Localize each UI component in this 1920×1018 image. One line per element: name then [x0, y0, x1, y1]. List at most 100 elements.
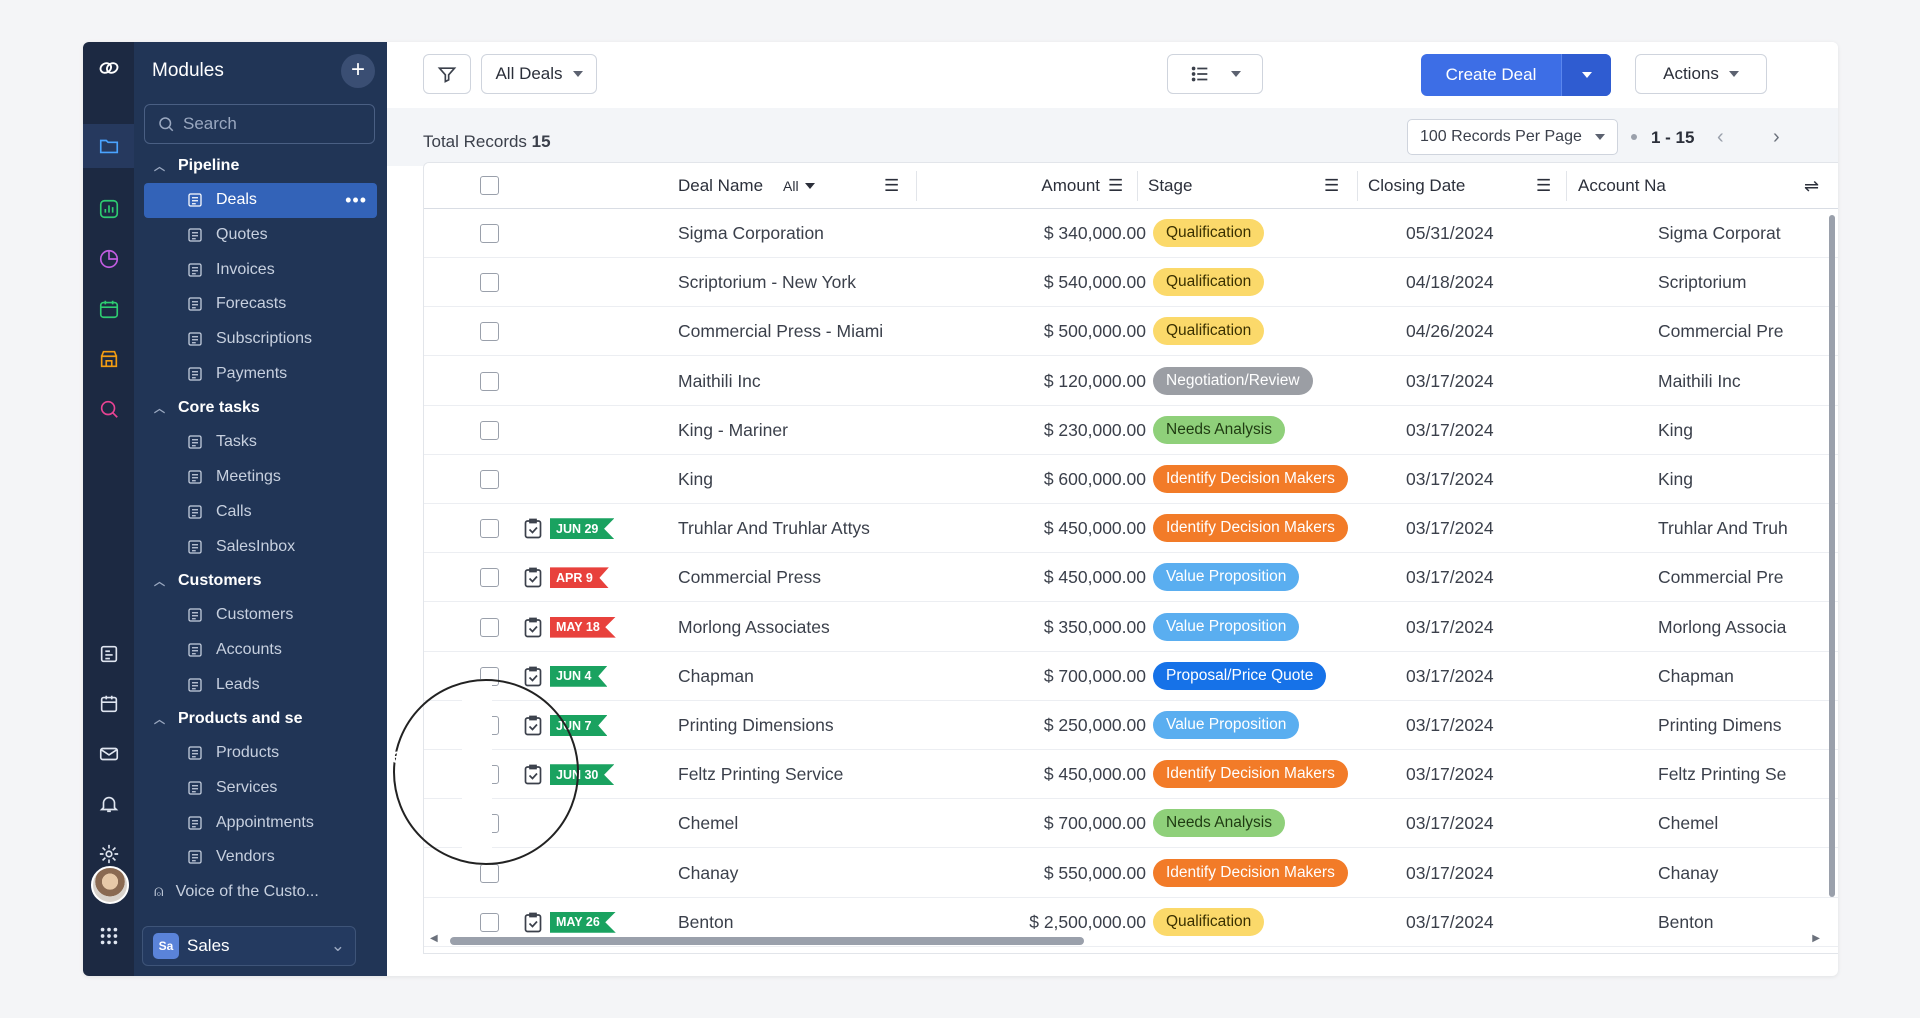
table-row[interactable]: JUN 30 Feltz Printing Service $ 450,000.00… [424, 750, 1838, 800]
table-row[interactable]: Scriptorium - New York $ 540,000.00 Qualif… [424, 258, 1838, 308]
due-date-tag[interactable]: APR 9 [550, 567, 609, 589]
due-date-tag[interactable]: MAY 18 [550, 616, 616, 638]
analytics-icon[interactable] [83, 187, 134, 231]
due-date-tag[interactable]: MAY 26 [550, 911, 616, 933]
row-checkbox[interactable] [480, 371, 499, 391]
column-deal-name[interactable]: Deal Name All [678, 163, 815, 209]
sidebar-item-products[interactable]: Products [134, 736, 387, 771]
deal-name-cell[interactable]: Commercial Press [678, 553, 918, 602]
table-row[interactable]: Chanay $ 550,000.00 Identify Decision Make… [424, 849, 1838, 898]
sidebar-search-input[interactable]: Search [144, 104, 375, 144]
deal-name-cell[interactable]: Sigma Corporation [678, 209, 918, 258]
reports-icon[interactable] [83, 237, 134, 281]
due-date-tag[interactable]: JUN 30 [550, 764, 615, 786]
sidebar-item-forecasts[interactable]: Forecasts [134, 287, 387, 322]
column-menu-icon[interactable]: ☰ [1108, 163, 1123, 209]
column-amount[interactable]: Amount [924, 163, 1100, 209]
sidebar-item-vendors[interactable]: Vendors [134, 840, 387, 875]
account-name-cell[interactable]: Feltz Printing Se [1658, 750, 1828, 799]
task-checklist-icon[interactable] [524, 666, 542, 687]
account-name-cell[interactable]: Commercial Pre [1658, 553, 1828, 602]
select-all-checkbox[interactable] [480, 176, 499, 195]
deal-name-cell[interactable]: Scriptorium - New York [678, 258, 918, 307]
account-name-cell[interactable]: Chemel [1658, 799, 1828, 848]
account-name-cell[interactable]: Printing Dimens [1658, 701, 1828, 750]
account-name-cell[interactable]: King [1658, 406, 1828, 455]
row-checkbox[interactable] [480, 420, 499, 440]
row-checkbox[interactable] [480, 519, 499, 539]
account-name-cell[interactable]: Chapman [1658, 652, 1828, 701]
list-view-toggle[interactable] [1167, 54, 1263, 94]
sidebar-item-deals[interactable]: Deals ••• [144, 183, 377, 218]
table-row[interactable]: King $ 600,000.00 Identify Decision Makers… [424, 455, 1838, 504]
row-checkbox[interactable] [480, 617, 499, 637]
filter-button[interactable] [423, 54, 471, 94]
horizontal-scrollbar[interactable]: ◀ ▶ [430, 933, 1830, 947]
deal-name-cell[interactable]: Chapman [678, 652, 918, 701]
records-per-page-select[interactable]: 100 Records Per Page [1407, 119, 1618, 155]
sidebar-section[interactable]: ︿ Products and se [134, 702, 387, 736]
horizontal-scroll-thumb[interactable] [450, 937, 1084, 945]
sidebar-item-voice-of-customer[interactable]: ⍝ Voice of the Custo... [134, 875, 387, 909]
account-name-cell[interactable]: Chanay [1658, 849, 1828, 898]
column-settings-icon[interactable]: ⇌ [1804, 163, 1819, 209]
deal-name-cell[interactable]: Morlong Associates [678, 603, 918, 652]
due-date-tag[interactable]: JUN 29 [550, 518, 615, 540]
column-menu-icon[interactable]: ☰ [1536, 163, 1551, 209]
sidebar-item-salesinbox[interactable]: SalesInbox [134, 529, 387, 564]
workspace-switcher[interactable]: Sa Sales ⌄ [142, 926, 356, 966]
sidebar-item-invoices[interactable]: Invoices [134, 252, 387, 287]
mail-icon[interactable] [83, 732, 134, 776]
sidebar-item-accounts[interactable]: Accounts [134, 633, 387, 668]
more-options-icon[interactable]: ••• [345, 190, 367, 211]
sidebar-item-appointments[interactable]: Appointments [134, 805, 387, 840]
view-selector[interactable]: All Deals [481, 54, 597, 94]
account-name-cell[interactable]: Maithili Inc [1658, 357, 1828, 406]
row-checkbox[interactable] [480, 863, 499, 883]
create-deal-dropdown[interactable] [1561, 54, 1611, 96]
row-checkbox[interactable] [480, 568, 499, 588]
task-checklist-icon[interactable] [524, 617, 542, 638]
sidebar-item-services[interactable]: Services [134, 771, 387, 806]
due-date-tag[interactable]: JUN 4 [550, 665, 608, 687]
next-page-icon[interactable]: › [1773, 126, 1780, 149]
app-grid-icon[interactable] [83, 914, 134, 958]
scroll-right-icon[interactable]: ▶ [1812, 933, 1820, 944]
prev-page-icon[interactable]: ‹ [1717, 126, 1724, 149]
table-row[interactable]: JUN 29 Truhlar And Truhlar Attys $ 450,000… [424, 504, 1838, 554]
deal-name-cell[interactable]: King [678, 455, 918, 504]
search-icon[interactable] [83, 387, 134, 431]
task-checklist-icon[interactable] [524, 764, 542, 785]
deal-name-cell[interactable]: Commercial Press - Miami [678, 307, 918, 356]
deal-name-cell[interactable]: King - Mariner [678, 406, 918, 455]
sidebar-item-calls[interactable]: Calls [134, 495, 387, 530]
sidebar-item-leads[interactable]: Leads [134, 667, 387, 702]
table-row[interactable]: JUN 4 Chapman $ 700,000.00 Proposal/Price Q… [424, 652, 1838, 701]
create-deal-button[interactable]: Create Deal [1421, 54, 1611, 96]
account-name-cell[interactable]: Scriptorium [1658, 258, 1828, 307]
task-checklist-icon[interactable] [524, 567, 542, 588]
modules-icon[interactable] [83, 124, 134, 168]
user-avatar[interactable] [91, 866, 129, 904]
table-row[interactable]: MAY 18 Morlong Associates $ 350,000.00 Valu… [424, 603, 1838, 652]
column-menu-icon[interactable]: ☰ [1324, 163, 1339, 209]
table-row[interactable]: Commercial Press - Miami $ 500,000.00 Qual… [424, 307, 1838, 357]
deal-name-cell[interactable]: Printing Dimensions [678, 701, 918, 750]
sidebar-section[interactable]: ︿ Pipeline [134, 149, 387, 183]
store-icon[interactable] [83, 337, 134, 381]
task-checklist-icon[interactable] [524, 518, 542, 539]
activities-icon[interactable] [83, 287, 134, 331]
table-row[interactable]: King - Mariner $ 230,000.00 Needs Analysis… [424, 406, 1838, 455]
actions-button[interactable]: Actions [1635, 54, 1767, 94]
deal-filter-dropdown[interactable]: All [783, 178, 815, 194]
sidebar-item-quotes[interactable]: Quotes [134, 218, 387, 253]
row-checkbox[interactable] [480, 273, 499, 293]
scroll-left-icon[interactable]: ◀ [430, 933, 438, 944]
sidebar-item-tasks[interactable]: Tasks [134, 425, 387, 460]
vertical-scrollbar[interactable] [1826, 209, 1838, 939]
table-row[interactable]: Chemel $ 700,000.00 Needs Analysis 03/17/20… [424, 799, 1838, 849]
account-name-cell[interactable]: Sigma Corporat [1658, 209, 1828, 258]
sidebar-section[interactable]: ︿ Customers [134, 564, 387, 598]
task-checklist-icon[interactable] [524, 912, 542, 933]
deal-name-cell[interactable]: Maithili Inc [678, 357, 918, 406]
